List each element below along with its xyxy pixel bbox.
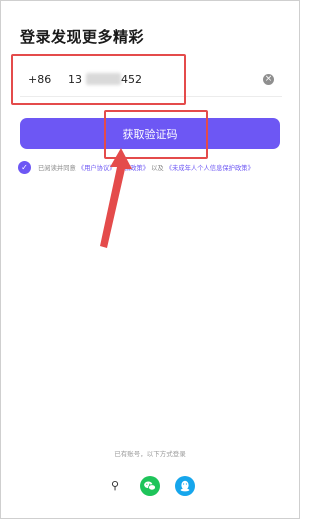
page-title: 登录发现更多精彩 <box>20 28 145 46</box>
agreement-row: ✓ 已阅读并同意 《用户协议》 隐私政策》 以及 《未成年人个人信息保护政策》 <box>18 161 288 175</box>
wechat-login-button[interactable] <box>140 476 160 496</box>
qq-login-button[interactable] <box>175 476 195 496</box>
key-login-button[interactable]: ⚲ <box>106 476 126 496</box>
annotation-arrow <box>100 148 132 248</box>
agreement-text: 已阅读并同意 《用户协议》 隐私政策》 以及 《未成年人个人信息保护政策》 <box>38 163 254 172</box>
agreement-and: 以及 <box>151 165 164 172</box>
minor-policy-link[interactable]: 《未成年人个人信息保护政策》 <box>166 165 254 172</box>
key-icon: ⚲ <box>111 479 120 492</box>
clear-icon[interactable]: × <box>263 74 274 85</box>
check-icon[interactable]: ✓ <box>18 161 31 174</box>
annotation-box-phone <box>11 54 186 105</box>
alt-login-hint: 已有账号，以下方式登录 <box>114 450 186 458</box>
wechat-icon <box>144 481 156 491</box>
qq-icon <box>180 480 190 492</box>
agreement-prefix: 已阅读并同意 <box>38 165 76 172</box>
